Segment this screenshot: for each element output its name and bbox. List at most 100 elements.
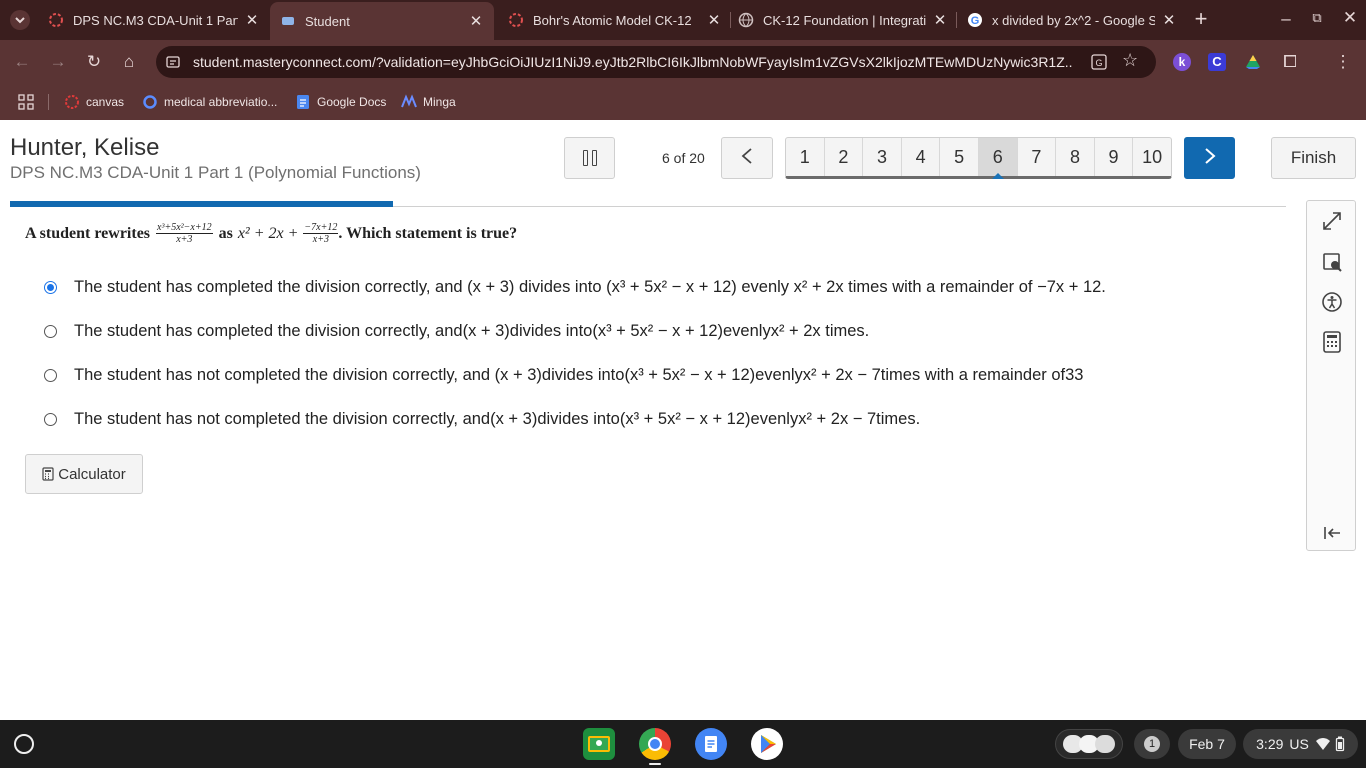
close-icon[interactable]: ✕ — [706, 11, 722, 29]
radio-button[interactable] — [44, 324, 57, 338]
answer-option-c[interactable]: The student has not completed the divisi… — [44, 362, 1083, 388]
bookmark-canvas[interactable]: canvas — [64, 92, 124, 112]
forward-icon[interactable]: → — [48, 52, 68, 72]
close-icon[interactable]: ✕ — [468, 12, 484, 30]
question-fraction-2: −7x+12 x+3 — [303, 222, 339, 245]
question-number-3[interactable]: 3 — [863, 138, 902, 176]
tab-search-icon[interactable] — [10, 10, 30, 30]
google-icon: G — [967, 12, 983, 28]
launcher-icon[interactable] — [14, 734, 34, 754]
pause-icon — [582, 150, 597, 166]
close-icon[interactable]: ✕ — [1161, 11, 1177, 29]
tab-dps-cda[interactable]: DPS NC.M3 CDA-Unit 1 Part 1 ✕ — [46, 6, 260, 34]
calculator-icon[interactable] — [1320, 330, 1344, 354]
svg-text:G: G — [971, 15, 980, 27]
kami-extension-icon[interactable]: k — [1173, 53, 1191, 71]
site-info-icon[interactable] — [166, 55, 180, 69]
assessment-title: DPS NC.M3 CDA-Unit 1 Part 1 (Polynomial … — [10, 163, 421, 182]
finish-button[interactable]: Finish — [1271, 137, 1356, 179]
student-name: Hunter, Kelise — [10, 134, 160, 161]
calculator-button[interactable]: Calculator — [25, 454, 143, 494]
question-number-4[interactable]: 4 — [902, 138, 941, 176]
previous-question-button[interactable] — [721, 137, 773, 179]
tools-sidebar — [1306, 200, 1356, 551]
question-number-nav: 1 2 3 4 5 6 7 8 9 10 — [785, 137, 1172, 179]
docs-app-icon[interactable] — [695, 728, 727, 760]
tab-student[interactable]: Student ✕ — [270, 2, 494, 40]
question-number-6[interactable]: 6 — [978, 138, 1018, 179]
question-fraction-1: x³+5x²−x+12 x+3 — [156, 222, 213, 245]
next-question-button[interactable] — [1184, 137, 1235, 179]
bookmark-google-docs[interactable]: Google Docs — [295, 92, 386, 112]
question-progress-text: 6 of 20 — [662, 150, 705, 166]
question-number-2[interactable]: 2 — [825, 138, 864, 176]
clock-time: 3:29 — [1256, 736, 1284, 752]
tab-ck12[interactable]: CK-12 Foundation | Integratio ✕ — [738, 6, 948, 34]
home-icon[interactable]: ⌂ — [119, 52, 139, 72]
os-shelf: 1 Feb 7 3:29 US — [0, 720, 1366, 768]
answer-option-a[interactable]: The student has completed the division c… — [44, 274, 1106, 300]
loading-spinner-icon — [508, 12, 524, 28]
chevron-right-icon — [1203, 147, 1217, 170]
new-tab-icon[interactable]: + — [1191, 8, 1211, 30]
translate-icon[interactable]: G — [1090, 53, 1108, 71]
answer-option-b[interactable]: The student has completed the division c… — [44, 318, 869, 344]
pause-button[interactable] — [564, 137, 615, 179]
more-menu-icon[interactable]: ⋮ — [1333, 52, 1353, 72]
minga-icon — [401, 94, 417, 110]
answer-option-d[interactable]: The student has not completed the divisi… — [44, 406, 920, 432]
expand-icon[interactable] — [1320, 209, 1344, 233]
radio-button[interactable] — [44, 368, 57, 382]
tab-bohr[interactable]: Bohr's Atomic Model CK-12 ✕ — [508, 6, 722, 34]
question-number-5[interactable]: 5 — [940, 138, 979, 176]
tote-holding-space[interactable] — [1055, 729, 1123, 759]
docs-icon — [295, 94, 311, 110]
question-number-9[interactable]: 9 — [1095, 138, 1134, 176]
calculator-icon — [42, 467, 54, 481]
collapse-panel-icon[interactable] — [1320, 521, 1344, 545]
chevron-left-icon — [740, 147, 754, 170]
play-store-app-icon[interactable] — [751, 728, 783, 760]
question-number-8[interactable]: 8 — [1056, 138, 1095, 176]
url-text: student.masteryconnect.com/?validation=e… — [193, 54, 1073, 70]
radio-button[interactable] — [44, 412, 57, 426]
bookmark-medical[interactable]: medical abbreviatio... — [142, 92, 277, 112]
notification-count-badge[interactable]: 1 — [1134, 729, 1170, 759]
wifi-icon — [1315, 737, 1331, 751]
question-number-1[interactable]: 1 — [786, 138, 825, 176]
close-window-icon[interactable]: ✕ — [1340, 8, 1360, 28]
tab-strip: DPS NC.M3 CDA-Unit 1 Part 1 ✕ Student ✕ … — [0, 0, 1366, 40]
address-bar[interactable]: student.masteryconnect.com/?validation=e… — [156, 46, 1156, 78]
canvas-icon — [64, 94, 80, 110]
svg-text:G: G — [1095, 58, 1102, 68]
back-icon[interactable]: ← — [12, 52, 32, 72]
magnifier-icon[interactable] — [1320, 250, 1344, 274]
chrome-app-icon[interactable] — [639, 728, 671, 760]
reload-icon[interactable]: ↻ — [84, 52, 104, 72]
extension-c-icon[interactable]: C — [1208, 53, 1226, 71]
apps-grid-icon[interactable] — [18, 92, 34, 112]
status-tray[interactable]: 3:29 US — [1243, 729, 1358, 759]
bookmark-minga[interactable]: Minga — [401, 92, 456, 112]
browser-toolbar: ← → ↻ ⌂ student.masteryconnect.com/?vali… — [0, 40, 1366, 84]
question-stem: A student rewrites x³+5x²−x+12 x+3 as x²… — [25, 222, 518, 245]
input-locale: US — [1289, 736, 1309, 752]
accessibility-icon[interactable] — [1320, 290, 1344, 314]
minimize-icon[interactable]: – — [1276, 9, 1296, 29]
radio-button[interactable] — [44, 280, 57, 294]
globe-icon — [738, 12, 754, 28]
close-icon[interactable]: ✕ — [244, 11, 260, 29]
drive-extension-icon[interactable] — [1244, 53, 1262, 71]
close-icon[interactable]: ✕ — [932, 11, 948, 29]
question-number-10[interactable]: 10 — [1133, 138, 1171, 176]
question-number-7[interactable]: 7 — [1018, 138, 1057, 176]
bookmarks-bar: canvas medical abbreviatio... Google Doc… — [0, 84, 1366, 120]
tab-divider — [730, 12, 731, 28]
tab-google-search[interactable]: G x divided by 2x^2 - Google Se ✕ — [967, 6, 1177, 34]
restore-window-icon[interactable]: ⧉ — [1307, 8, 1327, 28]
extensions-puzzle-icon[interactable]: ⧠ — [1280, 52, 1300, 72]
classroom-app-icon[interactable] — [583, 728, 615, 760]
search-icon — [142, 94, 158, 110]
date-tray[interactable]: Feb 7 — [1178, 729, 1236, 759]
bookmark-star-icon[interactable]: ☆ — [1122, 50, 1138, 71]
